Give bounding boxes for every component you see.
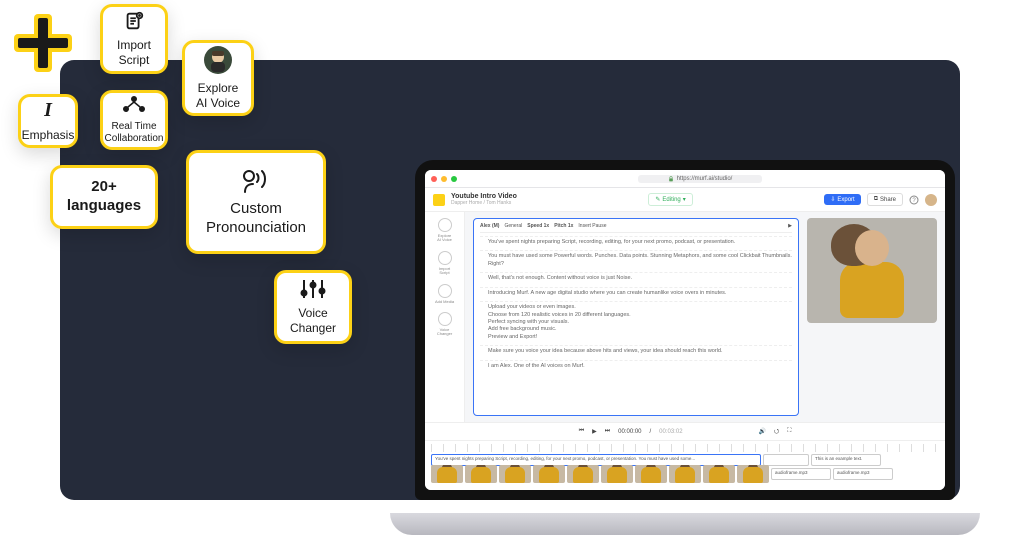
sidebar-item-explore[interactable]: Explore AI Voice (437, 218, 452, 243)
team-icon (121, 95, 147, 115)
video-thumb[interactable] (567, 465, 599, 483)
script-toolbar: Alex (M) General Speed 1x Pitch 1x Inser… (480, 223, 792, 233)
transport-bar: ⏮ ▶ ⏭ 00:00:00 / 00:03:02 🔊 ⭯ ⛶ (425, 422, 945, 440)
share-button[interactable]: ⧉ Share (867, 193, 903, 206)
breadcrumb: Dapper Home / Tom Hanks (451, 200, 517, 206)
text-clip[interactable]: This is an example text. (811, 454, 881, 466)
audio-clip[interactable]: audioframe.mp3 (771, 468, 831, 480)
logo-icon (433, 194, 445, 206)
video-thumb[interactable] (465, 465, 497, 483)
feature-label: Explore AI Voice (190, 81, 246, 111)
preview-thumbnail[interactable] (807, 218, 937, 323)
min-dot[interactable] (441, 176, 447, 182)
app-header: Youtube Intro Video Dapper Home / Tom Ha… (425, 188, 945, 212)
video-thumb[interactable] (635, 465, 667, 483)
url-text: https://murf.ai/studio/ (677, 176, 733, 182)
feature-explore-ai-voice[interactable]: Explore AI Voice (182, 40, 254, 116)
play-icon[interactable]: ▶ (592, 428, 597, 435)
video-thumb[interactable] (499, 465, 531, 483)
equalizer-icon (299, 278, 327, 300)
script-line[interactable]: Well, that's not enough. Content without… (480, 272, 792, 286)
video-thumb[interactable] (533, 465, 565, 483)
feature-label: Voice Changer (284, 306, 342, 336)
script-line[interactable]: Make sure you voice your idea because ab… (480, 345, 792, 359)
script-panel: Alex (M) General Speed 1x Pitch 1x Inser… (473, 218, 799, 416)
timeline: You've spent nights preparing Script, re… (425, 440, 945, 490)
text-clip[interactable] (763, 454, 809, 466)
laptop-mockup: https://murf.ai/studio/ Youtube Intro Vi… (390, 155, 980, 535)
time-current: 00:00:00 (618, 429, 641, 435)
pitch-control[interactable]: Pitch 1x (554, 223, 573, 229)
lock-icon (668, 176, 674, 182)
feature-voice-changer[interactable]: Voice Changer (274, 270, 352, 344)
export-button[interactable]: ⇩ Export (824, 194, 860, 205)
plus-icon (10, 10, 76, 76)
script-line[interactable]: You've spent nights preparing Script, re… (480, 236, 792, 250)
italic-icon: I (44, 99, 52, 122)
app-sidebar: Explore AI Voice Import Script Add Media… (425, 212, 465, 422)
volume-icon[interactable]: 🔊 (759, 428, 766, 435)
fullscreen-icon[interactable]: ⛶ (787, 428, 791, 435)
insert-pause[interactable]: Insert Pause (578, 223, 606, 229)
video-thumb[interactable] (669, 465, 701, 483)
video-thumb[interactable] (601, 465, 633, 483)
audio-clip[interactable]: audioframe.mp3 (833, 468, 893, 480)
feature-label: Custom Pronounciation (200, 200, 312, 238)
help-icon[interactable]: ? (909, 195, 919, 205)
editing-pill[interactable]: ✎ Editing ▾ (648, 193, 692, 206)
feature-label: 20+ languages (61, 178, 147, 216)
close-dot[interactable] (431, 176, 437, 182)
avatar-icon (203, 45, 233, 75)
time-total: 00:03:02 (659, 429, 682, 435)
feature-label: Real Time Collaboration (99, 121, 170, 146)
play-line-icon[interactable]: ▶ (788, 223, 792, 229)
skip-fwd-icon[interactable]: ⏭ (605, 428, 610, 435)
feature-emphasis[interactable]: I Emphasis (18, 94, 78, 148)
browser-bar: https://murf.ai/studio/ (425, 170, 945, 188)
sidebar-item-import[interactable]: Import Script (438, 251, 452, 276)
url-bar[interactable]: https://murf.ai/studio/ (638, 175, 763, 183)
timeline-ruler[interactable] (431, 444, 939, 452)
feature-languages[interactable]: 20+ languages (50, 165, 158, 229)
tab-general[interactable]: General (504, 223, 522, 229)
document-plus-icon (123, 10, 145, 32)
video-thumb[interactable] (737, 465, 769, 483)
script-line[interactable]: You must have used some Powerful words. … (480, 250, 792, 272)
max-dot[interactable] (451, 176, 457, 182)
preview-pane (807, 218, 937, 416)
voice-select[interactable]: Alex (M) (480, 223, 499, 229)
feature-label: Import Script (111, 38, 157, 68)
feature-collaboration[interactable]: Real Time Collaboration (100, 90, 168, 150)
sidebar-item-changer[interactable]: Voice Changer (437, 312, 452, 337)
skip-back-icon[interactable]: ⏮ (579, 428, 584, 435)
speak-icon (239, 166, 273, 194)
feature-import-script[interactable]: Import Script (100, 4, 168, 74)
sidebar-item-media[interactable]: Add Media (435, 284, 454, 304)
feature-label: Emphasis (16, 128, 81, 143)
video-thumb[interactable] (431, 465, 463, 483)
script-line[interactable]: Introducing Murf. A new age digital stud… (480, 287, 792, 301)
video-thumb[interactable] (703, 465, 735, 483)
user-avatar[interactable] (925, 194, 937, 206)
project-title: Youtube Intro Video (451, 193, 517, 200)
script-line[interactable]: Upload your videos or even images. Choos… (480, 301, 792, 345)
script-line[interactable]: I am Alex. One of the AI voices on Murf. (480, 360, 792, 374)
feature-custom-pronunciation[interactable]: Custom Pronounciation (186, 150, 326, 254)
speed-control[interactable]: Speed 1x (527, 223, 549, 229)
loop-icon[interactable]: ⭯ (774, 427, 779, 437)
video-track: audioframe.mp3 audioframe.mp3 (431, 468, 939, 480)
